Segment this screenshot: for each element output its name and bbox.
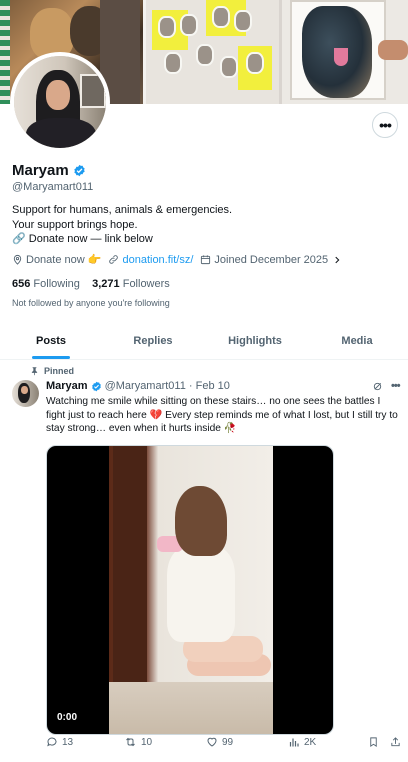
video-timestamp: 0:00 [57, 712, 78, 723]
tab-media[interactable]: Media [306, 322, 408, 359]
repost-icon [126, 737, 135, 747]
post-author-name[interactable]: Maryam [46, 380, 88, 392]
profile-handle: @Maryamart011 [12, 181, 94, 193]
grok-icon[interactable] [372, 381, 383, 392]
profile-bio: Support for humans, animals & emergencie… [12, 203, 232, 247]
pin-icon [31, 367, 38, 376]
joined-text: Joined December 2025 [214, 253, 329, 266]
bio-line: Support for humans, animals & emergencie… [12, 204, 233, 216]
following-link[interactable]: 656 Following [12, 278, 80, 290]
banner-photo-dog-drawing [282, 0, 408, 104]
post-more-icon[interactable]: ••• [391, 380, 401, 392]
like-icon [207, 737, 217, 747]
profile-name: Maryam [12, 162, 86, 179]
reply-button[interactable]: 13 [46, 736, 73, 748]
followers-label: Followers [122, 278, 170, 290]
chevron-right-icon[interactable] [332, 255, 342, 265]
reply-icon [47, 737, 57, 747]
post-top-actions: ••• [372, 380, 401, 392]
verified-icon[interactable] [91, 381, 102, 392]
reply-count: 13 [62, 736, 74, 748]
pinned-label: Pinned [44, 366, 75, 376]
link-icon [109, 255, 119, 264]
views-count: 2K [304, 736, 317, 748]
profile-meta: Donate now 👉 donation.fit/sz/ Joined Dec… [12, 253, 352, 266]
bookmark-button[interactable] [368, 736, 379, 748]
tab-replies[interactable]: Replies [102, 322, 204, 359]
location-text: Donate now 👉 [26, 254, 102, 266]
share-icon [391, 737, 400, 747]
not-followed-notice: Not followed by anyone you're following [12, 298, 170, 308]
profile-name-text: Maryam [12, 162, 69, 179]
like-count: 99 [222, 736, 234, 748]
post-header: Maryam @Maryamart011 · Feb 10 [46, 380, 230, 392]
tab-posts[interactable]: Posts [0, 322, 102, 359]
calendar-icon [201, 255, 211, 265]
views-button[interactable]: 2K [288, 736, 316, 748]
more-options-button[interactable]: ••• [372, 112, 398, 138]
website-link[interactable]: donation.fit/sz/ [122, 254, 193, 266]
profile-location: Donate now 👉 [12, 253, 101, 266]
followers-link[interactable]: 3,271 Followers [92, 278, 170, 290]
location-icon [13, 254, 22, 265]
post-text: Watching me smile while sitting on these… [46, 396, 398, 434]
views-icon [289, 738, 299, 747]
following-label: Following [33, 278, 80, 290]
more-icon: ••• [379, 117, 392, 133]
post-author-avatar[interactable] [12, 380, 39, 407]
profile-avatar[interactable] [10, 52, 110, 152]
banner-photo-portraits [143, 0, 279, 104]
profile-tabs: Posts Replies Highlights Media [0, 322, 408, 360]
profile-joined: Joined December 2025 [200, 254, 345, 266]
post-handle-date[interactable]: @Maryamart011 · Feb 10 [105, 380, 230, 392]
bio-line: Your support brings hope. [12, 218, 138, 231]
repost-button[interactable]: 10 [124, 736, 152, 748]
share-button[interactable] [390, 736, 401, 748]
followers-count: 3,271 [92, 278, 120, 290]
bookmark-icon [370, 737, 377, 747]
like-button[interactable]: 99 [206, 736, 233, 748]
post-video[interactable]: 0:00 [46, 445, 334, 735]
verified-icon[interactable] [73, 164, 86, 177]
profile-website[interactable]: donation.fit/sz/ [108, 254, 193, 266]
bio-line: 🔗 Donate now — link below [12, 233, 153, 245]
pinned-indicator: Pinned [30, 366, 74, 376]
repost-count: 10 [141, 736, 153, 748]
follow-stats: 656 Following 3,271 Followers [12, 278, 170, 290]
following-count: 656 [12, 278, 31, 290]
tab-highlights[interactable]: Highlights [204, 322, 306, 359]
